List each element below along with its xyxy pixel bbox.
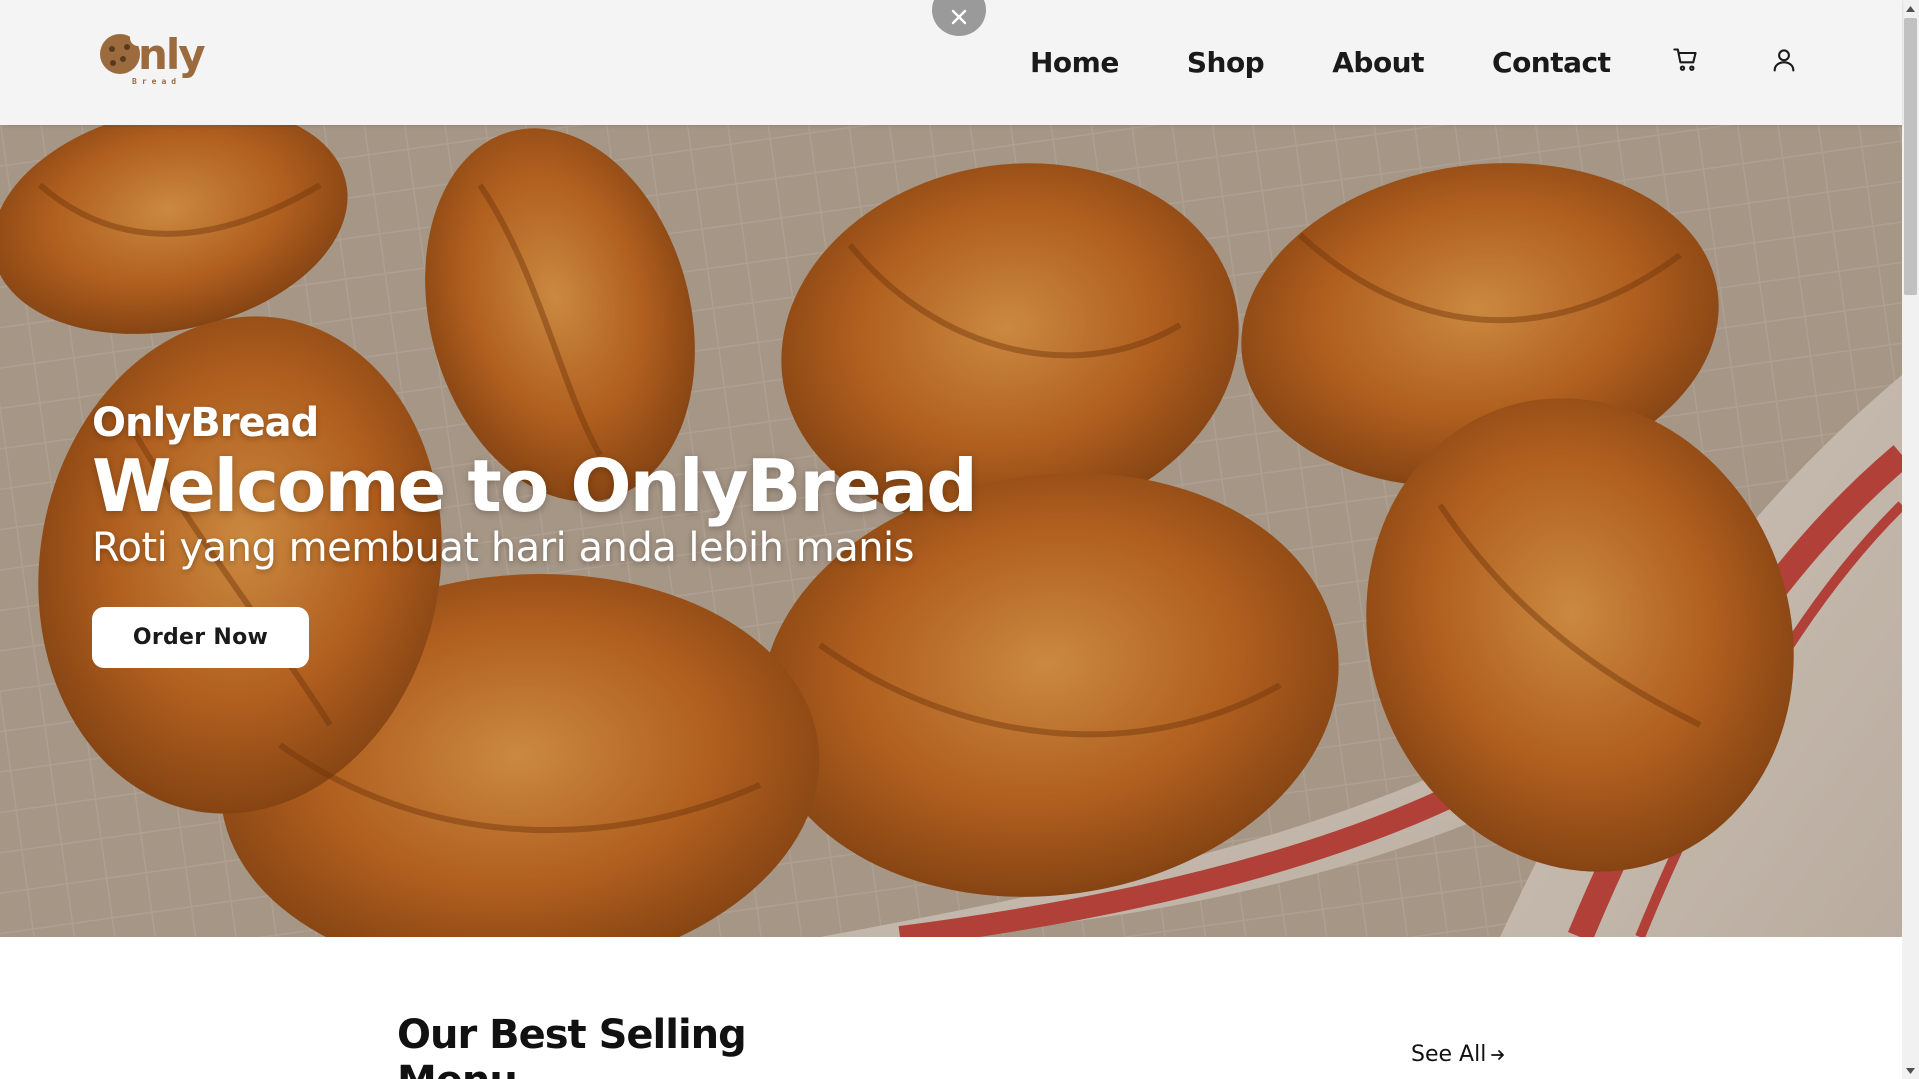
scroll-down-arrow-icon (1906, 1067, 1915, 1074)
logo-wordmark: nly (138, 30, 206, 79)
scrollbar-thumb[interactable] (1904, 18, 1917, 295)
nav-contact[interactable]: Contact (1492, 41, 1611, 85)
hero-subtitle: Roti yang membuat hari anda lebih manis (92, 525, 915, 571)
scroll-up-arrow-icon (1906, 5, 1915, 12)
hero-title: Welcome to OnlyBread (92, 444, 978, 528)
scroll-down-button[interactable] (1902, 1062, 1919, 1079)
nav-about[interactable]: About (1332, 41, 1424, 85)
account-button[interactable] (1770, 46, 1800, 76)
page-scrollbar[interactable] (1902, 0, 1919, 1079)
order-now-button[interactable]: Order Now (92, 607, 309, 668)
logo-subtext: Bread (132, 77, 182, 86)
close-icon (951, 9, 967, 25)
nav-shop[interactable]: Shop (1187, 41, 1265, 85)
hero-brand: OnlyBread (92, 400, 319, 446)
nav-home[interactable]: Home (1030, 41, 1119, 85)
logo[interactable]: nly Bread (100, 28, 215, 92)
cookie-logo-icon (100, 30, 146, 74)
hero-section: OnlyBread Welcome to OnlyBread Roti yang… (0, 125, 1902, 937)
see-all-label: See All (1411, 1042, 1487, 1067)
cart-button[interactable] (1672, 46, 1702, 76)
hero-text-block: OnlyBread Welcome to OnlyBread Roti yang… (92, 400, 978, 572)
cart-icon (1673, 48, 1697, 71)
main-nav: Home Shop About Contact (1030, 41, 1611, 85)
user-icon (1773, 49, 1795, 72)
best-selling-title: Our Best Selling Menu (397, 1012, 747, 1079)
see-all-link[interactable]: See All (1411, 1042, 1506, 1067)
arrow-right-icon (1491, 1049, 1505, 1060)
scroll-up-button[interactable] (1902, 0, 1919, 17)
